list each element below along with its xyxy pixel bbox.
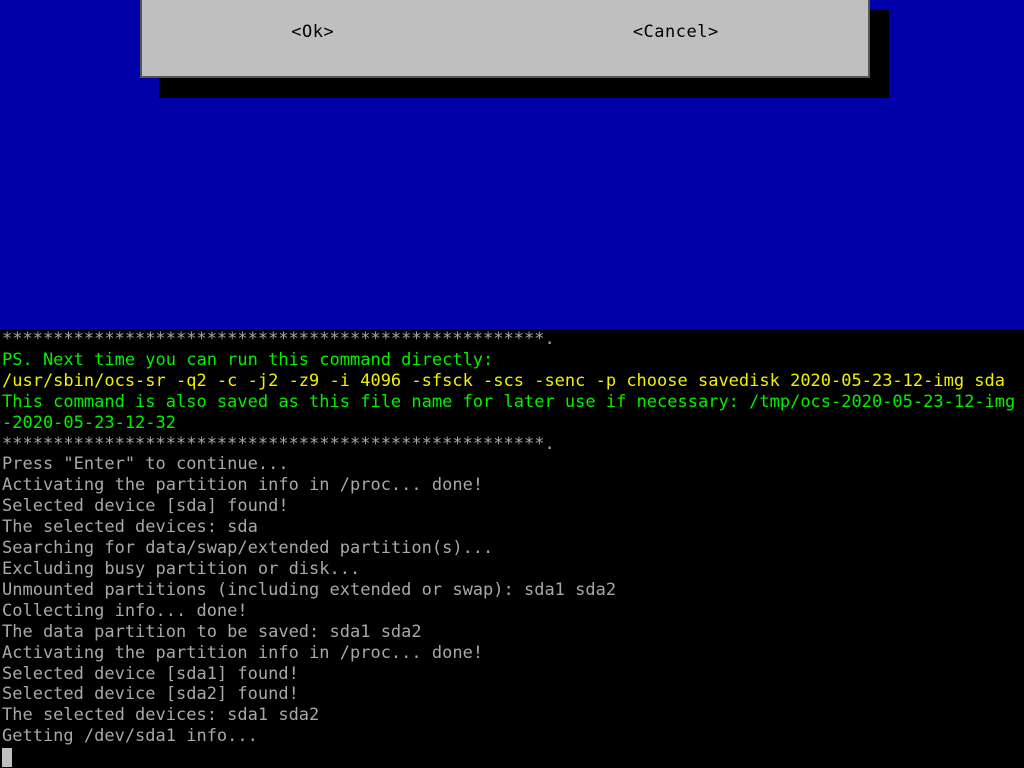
output-line: Selected device [sda] found! [2, 496, 289, 516]
ok-button[interactable]: <Ok> [291, 22, 334, 43]
output-line: Excluding busy partition or disk... [2, 559, 360, 579]
command-line: /usr/sbin/ocs-sr -q2 -c -j2 -z9 -i 4096 … [2, 371, 1005, 391]
output-line: Selected device [sda1] found! [2, 664, 299, 684]
hint-line-2: This command is also saved as this file … [2, 392, 1015, 433]
output-line: The selected devices: sda1 sda2 [2, 705, 319, 725]
separator-line: ****************************************… [2, 329, 555, 349]
dialog-box: <Ok> <Cancel> [140, 0, 870, 78]
cursor [2, 748, 12, 767]
dialog-backdrop: <Ok> <Cancel> [0, 0, 1024, 329]
terminal-output: ****************************************… [0, 329, 1024, 768]
output-line: Unmounted partitions (including extended… [2, 580, 616, 600]
output-line: The selected devices: sda [2, 517, 258, 537]
output-line: Getting /dev/sda1 info... [2, 726, 258, 746]
output-line: Activating the partition info in /proc..… [2, 643, 483, 663]
separator-line: ****************************************… [2, 434, 555, 454]
output-line: Press "Enter" to continue... [2, 454, 289, 474]
output-line: Collecting info... done! [2, 601, 248, 621]
output-line: Selected device [sda2] found! [2, 684, 299, 704]
cancel-button[interactable]: <Cancel> [633, 22, 719, 43]
output-line: The data partition to be saved: sda1 sda… [2, 622, 422, 642]
output-line: Activating the partition info in /proc..… [2, 475, 483, 495]
output-line: Searching for data/swap/extended partiti… [2, 538, 493, 558]
hint-line: PS. Next time you can run this command d… [2, 350, 493, 370]
